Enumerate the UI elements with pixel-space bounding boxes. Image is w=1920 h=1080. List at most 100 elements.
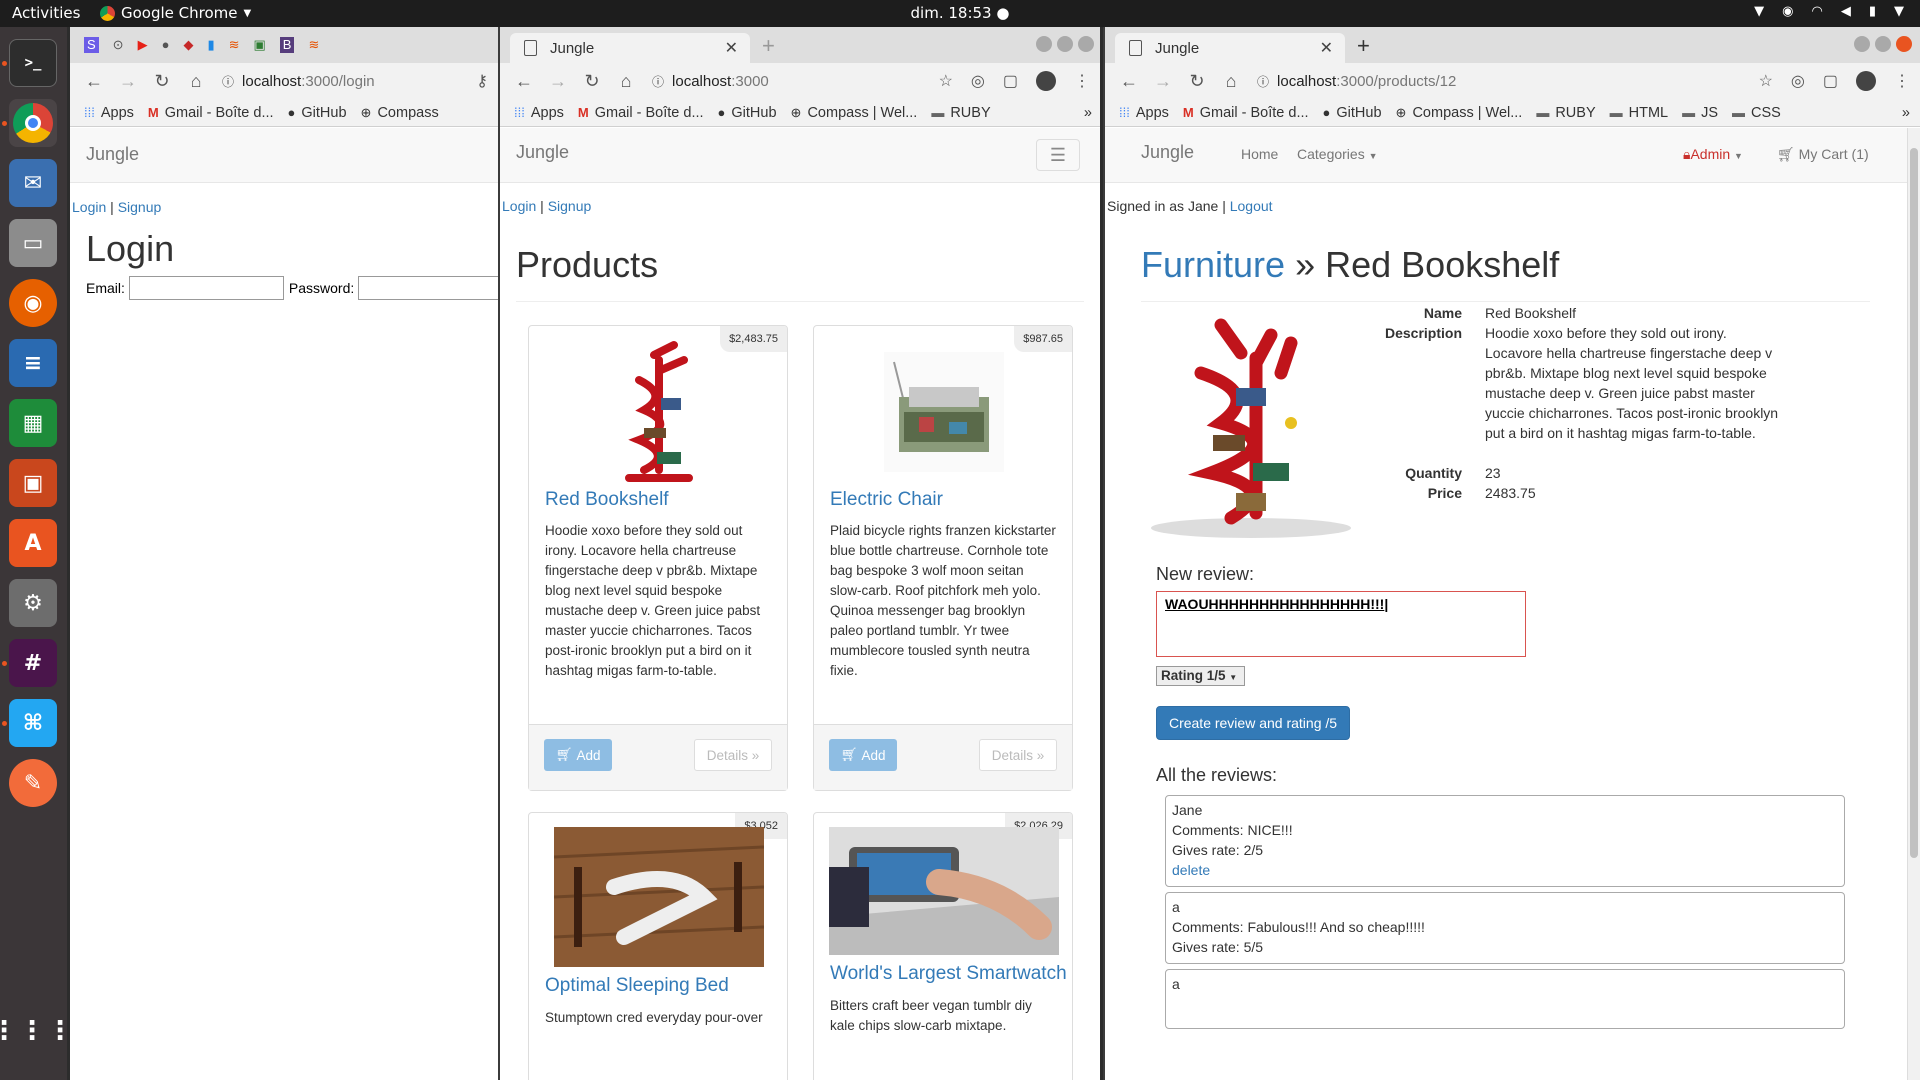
software-center-icon[interactable]: A [9, 519, 57, 567]
address-bar[interactable]: ⓘ localhost:3000/products/12 [1257, 73, 1456, 90]
bookmarks-overflow-icon[interactable]: » [1084, 105, 1092, 121]
calc-icon[interactable]: ▦ [9, 399, 57, 447]
bookmark-github[interactable]: ● GitHub [718, 105, 777, 121]
product-name-link[interactable]: Optimal Sleeping Bed [545, 975, 729, 997]
close-tab-icon[interactable]: ✕ [1320, 38, 1333, 58]
writer-icon[interactable]: ≡ [9, 339, 57, 387]
bookmark-folder-ruby[interactable]: ▬ RUBY [931, 105, 990, 121]
menu-icon[interactable]: ⋮ [1894, 71, 1910, 91]
bookmark-folder-ruby[interactable]: ▬ RUBY [1536, 105, 1595, 121]
files-icon[interactable]: ▭ [9, 219, 57, 267]
back-icon[interactable]: ← [1119, 71, 1139, 92]
signup-link[interactable]: Signup [548, 198, 592, 214]
bookmark-gmail[interactable]: M Gmail - Boîte d... [148, 105, 274, 121]
login-link[interactable]: Login [72, 199, 106, 215]
clock[interactable]: dim. 18:53 ● [911, 4, 1010, 22]
activities-button[interactable]: Activities [12, 4, 80, 22]
email-field[interactable] [128, 276, 284, 300]
new-tab-icon[interactable]: + [1357, 33, 1370, 59]
address-bar[interactable]: ⓘ localhost:3000 [652, 73, 769, 90]
bookmark-folder-html[interactable]: ▬ HTML [1610, 105, 1668, 121]
back-icon[interactable]: ← [84, 71, 104, 92]
signup-link[interactable]: Signup [118, 199, 162, 215]
product-name-link[interactable]: Red Bookshelf [545, 489, 669, 511]
new-tab-icon[interactable]: + [762, 33, 775, 59]
review-textarea[interactable]: WAOUHHHHHHHHHHHHHHHH!!!| [1156, 591, 1526, 657]
password-field[interactable] [358, 276, 498, 300]
details-button[interactable]: Details » [694, 739, 772, 771]
firefox-icon[interactable]: ◉ [9, 279, 57, 327]
nav-admin-dropdown[interactable]: 🔒︎Admin ▼ [1683, 146, 1743, 163]
maximize-icon[interactable] [1875, 36, 1891, 52]
create-review-button[interactable]: Create review and rating /5 [1156, 706, 1350, 740]
extension-icon[interactable]: ▢ [1003, 71, 1018, 91]
extension-icon[interactable]: ◎ [1791, 71, 1805, 91]
pinned-tabs[interactable]: S ⊙ ▶ ● ◆ ▮ ≋ ▣ B ≋ [84, 37, 319, 53]
show-apps-icon[interactable]: ⋮⋮⋮ [0, 1007, 73, 1055]
extension-icon[interactable]: ▢ [1823, 71, 1838, 91]
brand-link[interactable]: Jungle [516, 142, 569, 163]
reload-icon[interactable]: ↻ [582, 71, 602, 92]
details-button[interactable]: Details » [979, 739, 1057, 771]
scrollbar[interactable] [1907, 128, 1920, 1080]
slack-icon[interactable]: # [9, 639, 57, 687]
nav-cart-link[interactable]: 🛒︎ My Cart (1) [1777, 146, 1869, 163]
address-bar[interactable]: ⓘ localhost:3000/login [222, 73, 375, 90]
category-link[interactable]: Furniture [1141, 244, 1285, 285]
tab-jungle[interactable]: Jungle ✕ [1115, 33, 1345, 63]
brand-link[interactable]: Jungle [1141, 142, 1194, 163]
postman-icon[interactable]: ✎ [9, 759, 57, 807]
delete-review-link[interactable]: delete [1172, 860, 1838, 880]
bookmark-folder-css[interactable]: ▬ CSS [1732, 105, 1781, 121]
terminal-icon[interactable]: >_ [9, 39, 57, 87]
product-image[interactable] [829, 827, 1059, 955]
impress-icon[interactable]: ▣ [9, 459, 57, 507]
reload-icon[interactable]: ↻ [152, 71, 172, 92]
avatar[interactable] [1856, 71, 1876, 91]
key-icon[interactable]: ⚷ [476, 71, 488, 91]
reload-icon[interactable]: ↻ [1187, 71, 1207, 92]
extension-icon[interactable]: ◎ [971, 71, 985, 91]
app-menu[interactable]: Google Chrome ▼ [100, 4, 251, 22]
forward-icon[interactable]: → [118, 71, 138, 92]
nav-home-link[interactable]: Home [1241, 146, 1278, 162]
tab-jungle[interactable]: Jungle ✕ [510, 33, 750, 63]
minimize-icon[interactable] [1036, 36, 1052, 52]
bookmark-compass[interactable]: ⊕ Compass | Wel... [1396, 105, 1523, 121]
bookmark-gmail[interactable]: M Gmail - Boîte d... [1183, 105, 1309, 121]
rating-select[interactable]: Rating 1/5 ▼ [1156, 666, 1245, 686]
system-tray[interactable]: ▼ ◉ ◠ ◀ ▮ ▼ [1754, 4, 1904, 19]
chrome-icon[interactable] [9, 99, 57, 147]
brand-link[interactable]: Jungle [86, 144, 139, 165]
bookmark-apps[interactable]: ⁞⁞⁞ Apps [514, 105, 564, 121]
close-icon[interactable] [1078, 36, 1094, 52]
vscode-icon[interactable]: ⌘ [9, 699, 57, 747]
add-button[interactable]: 🛒︎ Add [544, 739, 612, 771]
bookmark-github[interactable]: ● GitHub [1323, 105, 1382, 121]
nav-categories-dropdown[interactable]: Categories ▼ [1297, 146, 1378, 162]
product-image[interactable] [554, 827, 764, 967]
bookmark-compass[interactable]: ⊕ Compass [361, 105, 439, 121]
settings-icon[interactable]: ⚙ [9, 579, 57, 627]
forward-icon[interactable]: → [548, 71, 568, 92]
product-image[interactable] [599, 340, 719, 482]
close-tab-icon[interactable]: ✕ [725, 38, 738, 58]
scrollbar-thumb[interactable] [1910, 148, 1918, 858]
bookmark-star-icon[interactable]: ☆ [1759, 71, 1773, 91]
bookmark-star-icon[interactable]: ☆ [939, 71, 953, 91]
hamburger-menu-icon[interactable]: ☰ [1036, 139, 1080, 171]
bookmark-apps[interactable]: ⁞⁞⁞ Apps [84, 105, 134, 121]
back-icon[interactable]: ← [514, 71, 534, 92]
product-image[interactable] [874, 342, 1014, 482]
bookmark-apps[interactable]: ⁞⁞⁞ Apps [1119, 105, 1169, 121]
login-link[interactable]: Login [502, 198, 536, 214]
thunderbird-icon[interactable]: ✉ [9, 159, 57, 207]
bookmarks-overflow-icon[interactable]: » [1902, 105, 1910, 121]
home-icon[interactable]: ⌂ [1221, 71, 1241, 92]
home-icon[interactable]: ⌂ [186, 71, 206, 92]
bookmark-compass[interactable]: ⊕ Compass | Wel... [791, 105, 918, 121]
product-name-link[interactable]: World's Largest Smartwatch [830, 963, 1067, 985]
add-button[interactable]: 🛒︎ Add [829, 739, 897, 771]
bookmark-gmail[interactable]: M Gmail - Boîte d... [578, 105, 704, 121]
minimize-icon[interactable] [1854, 36, 1870, 52]
